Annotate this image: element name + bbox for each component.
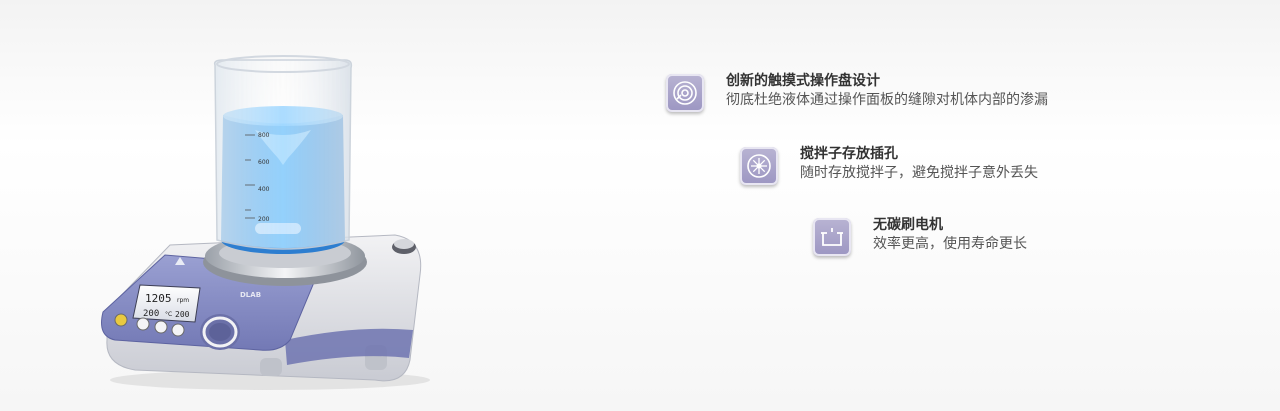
feature-description: 彻底杜绝液体通过操作面板的缝隙对机体内部的渗漏 bbox=[726, 92, 1048, 108]
feature-title: 搅拌子存放插孔 bbox=[800, 146, 898, 162]
feature-touch-panel: 创新的触摸式操作盘设计 彻底杜绝液体通过操作面板的缝隙对机体内部的渗漏 bbox=[666, 72, 1048, 112]
beaker-mark-200: 200 bbox=[258, 216, 270, 223]
feature-brushless-motor: 无碳刷电机 效率更高，使用寿命更长 bbox=[813, 216, 1027, 256]
brushless-motor-icon bbox=[813, 218, 851, 256]
function-button-2[interactable] bbox=[154, 320, 168, 334]
beaker: 800 600 400 200 bbox=[213, 55, 353, 254]
lcd-display: 1205 rpm 200 °C 200 bbox=[132, 284, 201, 323]
lcd-temp-value: 200 bbox=[143, 309, 159, 319]
brand-logo-text: DLAB bbox=[240, 291, 261, 299]
beaker-mark-600: 600 bbox=[258, 159, 270, 166]
stir-bar-storage-icon bbox=[740, 147, 778, 185]
feature-description: 效率更高，使用寿命更长 bbox=[873, 236, 1027, 252]
power-button[interactable] bbox=[114, 313, 128, 327]
lcd-speed-value: 1205 bbox=[145, 292, 172, 305]
feature-description: 随时存放搅拌子，避免搅拌子意外丢失 bbox=[800, 165, 1038, 181]
control-knob[interactable] bbox=[200, 314, 240, 350]
feature-title: 创新的触摸式操作盘设计 bbox=[726, 73, 880, 89]
lcd-speed-unit: rpm bbox=[177, 297, 189, 304]
function-button-1[interactable] bbox=[136, 317, 150, 331]
feature-title: 无碳刷电机 bbox=[873, 217, 943, 233]
lcd-temp-unit: °C bbox=[165, 311, 172, 318]
function-button-3[interactable] bbox=[171, 323, 185, 337]
product-banner: 1205 rpm 200 °C 200 DLAB 800 600 400 200… bbox=[0, 0, 1280, 411]
beaker-mark-800: 800 bbox=[258, 132, 270, 139]
beaker-mark-400: 400 bbox=[258, 186, 270, 193]
touch-dial-icon bbox=[666, 74, 704, 112]
lcd-temp-setpoint: 200 bbox=[175, 310, 190, 319]
magnetic-stirrer-illustration: 1205 rpm 200 °C 200 DLAB 800 600 400 200 bbox=[101, 55, 430, 390]
feature-stir-bar-storage: 搅拌子存放插孔 随时存放搅拌子，避免搅拌子意外丢失 bbox=[740, 145, 1038, 185]
